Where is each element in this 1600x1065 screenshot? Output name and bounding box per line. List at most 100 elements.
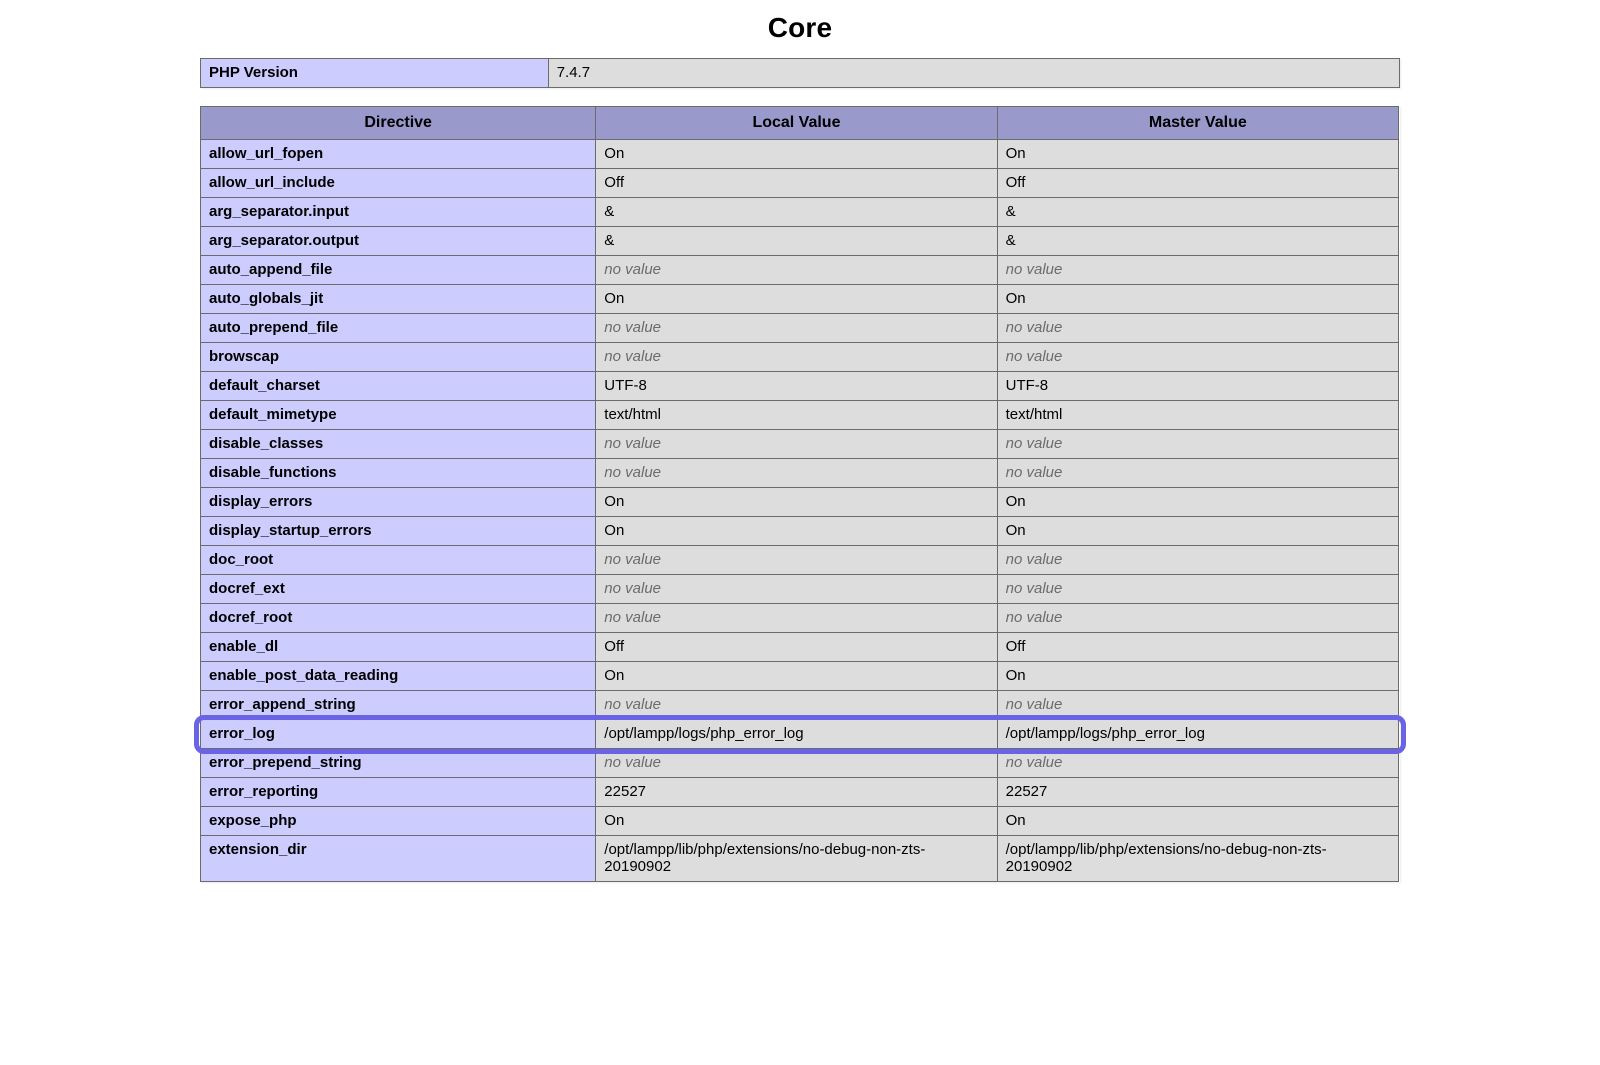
table-row: PHP Version 7.4.7: [201, 59, 1400, 88]
local-value: On: [596, 140, 997, 169]
local-value: On: [596, 517, 997, 546]
table-row: arg_separator.output&&: [201, 227, 1400, 256]
directive-name: error_prepend_string: [201, 749, 596, 778]
master-value: &: [997, 227, 1398, 256]
master-value: /opt/lampp/lib/php/extensions/no-debug-n…: [997, 836, 1398, 882]
no-value-label: no value: [604, 551, 661, 568]
directive-name: browscap: [201, 343, 596, 372]
table-row: arg_separator.input&&: [201, 198, 1400, 227]
local-value: 22527: [596, 778, 997, 807]
directive-name: error_append_string: [201, 691, 596, 720]
directive-name: docref_root: [201, 604, 596, 633]
master-value: no value: [997, 430, 1398, 459]
local-value: Off: [596, 169, 997, 198]
directive-name: extension_dir: [201, 836, 596, 882]
directive-name: arg_separator.input: [201, 198, 596, 227]
master-value: no value: [997, 749, 1398, 778]
no-value-label: no value: [604, 609, 661, 626]
section-title: Core: [200, 12, 1400, 44]
directive-name: display_startup_errors: [201, 517, 596, 546]
table-row: allow_url_fopenOnOn: [201, 140, 1400, 169]
no-value-label: no value: [604, 580, 661, 597]
no-value-label: no value: [1006, 319, 1063, 336]
directives-table: Directive Local Value Master Value allow…: [200, 106, 1400, 882]
master-value: no value: [997, 459, 1398, 488]
table-row: allow_url_includeOffOff: [201, 169, 1400, 198]
table-row: enable_dlOffOff: [201, 633, 1400, 662]
table-row: error_log/opt/lampp/logs/php_error_log/o…: [201, 720, 1400, 749]
master-value: no value: [997, 314, 1398, 343]
master-value: On: [997, 517, 1398, 546]
master-value: no value: [997, 575, 1398, 604]
local-value: text/html: [596, 401, 997, 430]
no-value-label: no value: [604, 464, 661, 481]
directive-name: disable_classes: [201, 430, 596, 459]
local-value: no value: [596, 314, 997, 343]
col-directive: Directive: [201, 107, 596, 140]
local-value: no value: [596, 749, 997, 778]
directives-table-wrapper: Directive Local Value Master Value allow…: [200, 106, 1400, 882]
directive-name: enable_post_data_reading: [201, 662, 596, 691]
master-value: 22527: [997, 778, 1398, 807]
table-row: error_reporting2252722527: [201, 778, 1400, 807]
table-row: auto_prepend_fileno valueno value: [201, 314, 1400, 343]
directive-name: default_charset: [201, 372, 596, 401]
directive-name: allow_url_fopen: [201, 140, 596, 169]
no-value-label: no value: [1006, 261, 1063, 278]
local-value: &: [596, 227, 997, 256]
no-value-label: no value: [1006, 754, 1063, 771]
master-value: Off: [997, 633, 1398, 662]
local-value: On: [596, 662, 997, 691]
table-row: expose_phpOnOn: [201, 807, 1400, 836]
table-header-row: Directive Local Value Master Value: [201, 107, 1400, 140]
directive-name: error_log: [201, 720, 596, 749]
local-value: /opt/lampp/lib/php/extensions/no-debug-n…: [596, 836, 997, 882]
master-value: text/html: [997, 401, 1398, 430]
local-value: On: [596, 488, 997, 517]
table-row: default_charsetUTF-8UTF-8: [201, 372, 1400, 401]
master-value: On: [997, 140, 1398, 169]
local-value: On: [596, 807, 997, 836]
local-value: no value: [596, 256, 997, 285]
table-row: disable_functionsno valueno value: [201, 459, 1400, 488]
directive-name: expose_php: [201, 807, 596, 836]
no-value-label: no value: [1006, 435, 1063, 452]
table-row: display_startup_errorsOnOn: [201, 517, 1400, 546]
local-value: no value: [596, 691, 997, 720]
table-row: browscapno valueno value: [201, 343, 1400, 372]
directive-name: error_reporting: [201, 778, 596, 807]
table-row: display_errorsOnOn: [201, 488, 1400, 517]
local-value: On: [596, 285, 997, 314]
directive-name: default_mimetype: [201, 401, 596, 430]
master-value: no value: [997, 546, 1398, 575]
directive-name: doc_root: [201, 546, 596, 575]
no-value-label: no value: [604, 754, 661, 771]
master-value: no value: [997, 691, 1398, 720]
master-value: /opt/lampp/logs/php_error_log: [997, 720, 1398, 749]
directive-name: arg_separator.output: [201, 227, 596, 256]
master-value: On: [997, 488, 1398, 517]
directive-name: auto_globals_jit: [201, 285, 596, 314]
local-value: no value: [596, 546, 997, 575]
local-value: no value: [596, 575, 997, 604]
table-row: docref_extno valueno value: [201, 575, 1400, 604]
local-value: UTF-8: [596, 372, 997, 401]
no-value-label: no value: [1006, 464, 1063, 481]
php-version-label: PHP Version: [201, 59, 549, 88]
no-value-label: no value: [1006, 580, 1063, 597]
local-value: no value: [596, 343, 997, 372]
local-value: no value: [596, 430, 997, 459]
master-value: no value: [997, 604, 1398, 633]
master-value: no value: [997, 343, 1398, 372]
master-value: UTF-8: [997, 372, 1398, 401]
local-value: no value: [596, 459, 997, 488]
table-row: disable_classesno valueno value: [201, 430, 1400, 459]
table-row: extension_dir/opt/lampp/lib/php/extensio…: [201, 836, 1400, 882]
local-value: /opt/lampp/logs/php_error_log: [596, 720, 997, 749]
col-local: Local Value: [596, 107, 997, 140]
php-version-table: PHP Version 7.4.7: [200, 58, 1400, 88]
directive-name: auto_append_file: [201, 256, 596, 285]
local-value: &: [596, 198, 997, 227]
table-row: error_prepend_string no value no value: [201, 749, 1400, 778]
no-value-label: no value: [604, 319, 661, 336]
